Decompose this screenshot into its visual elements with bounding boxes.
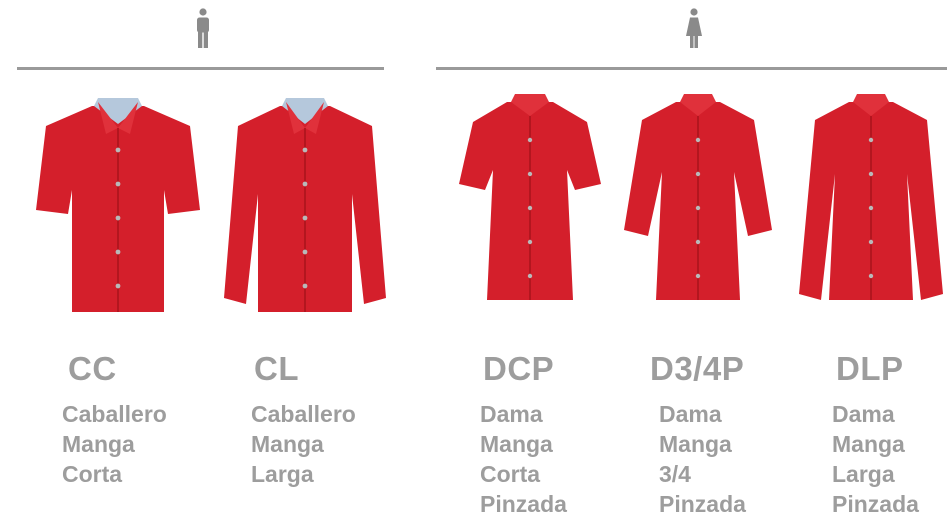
description-line: Dama (832, 401, 895, 427)
product-description: Dama Manga Larga Pinzada (832, 399, 919, 519)
male-person-icon (193, 8, 213, 50)
description-line: Manga (480, 431, 553, 457)
shirt-image-cl (224, 98, 386, 312)
product-code: DLP (836, 350, 904, 387)
men-section-divider (17, 67, 384, 70)
description-line: Manga (62, 431, 135, 457)
shirt-image-cc (36, 98, 200, 312)
product-code: DCP (483, 350, 555, 387)
description-line: Caballero (62, 401, 167, 427)
description-line: Caballero (251, 401, 356, 427)
description-line: Manga (832, 431, 905, 457)
shirt-image-dcp (459, 94, 601, 300)
product-description: Caballero Manga Larga (251, 399, 356, 489)
description-line: Pinzada (659, 491, 746, 517)
description-line: Dama (659, 401, 722, 427)
product-code: CC (68, 350, 117, 387)
women-section-divider (436, 67, 947, 70)
product-code: CL (254, 350, 299, 387)
description-line: Pinzada (832, 491, 919, 517)
product-description: Dama Manga Corta Pinzada (480, 399, 567, 519)
shirt-image-dlp (799, 94, 943, 300)
description-line: Pinzada (480, 491, 567, 517)
female-person-icon (684, 8, 704, 50)
product-description: Caballero Manga Corta (62, 399, 167, 489)
description-line: 3/4 (659, 461, 691, 487)
description-line: Larga (832, 461, 895, 487)
description-line: Larga (251, 461, 314, 487)
product-description: Dama Manga 3/4 Pinzada (659, 399, 746, 519)
description-line: Corta (62, 461, 123, 487)
description-line: Corta (480, 461, 541, 487)
description-line: Manga (659, 431, 732, 457)
shirt-image-d34p (624, 94, 772, 300)
description-line: Manga (251, 431, 324, 457)
description-line: Dama (480, 401, 543, 427)
product-code: D3/4P (650, 350, 745, 387)
